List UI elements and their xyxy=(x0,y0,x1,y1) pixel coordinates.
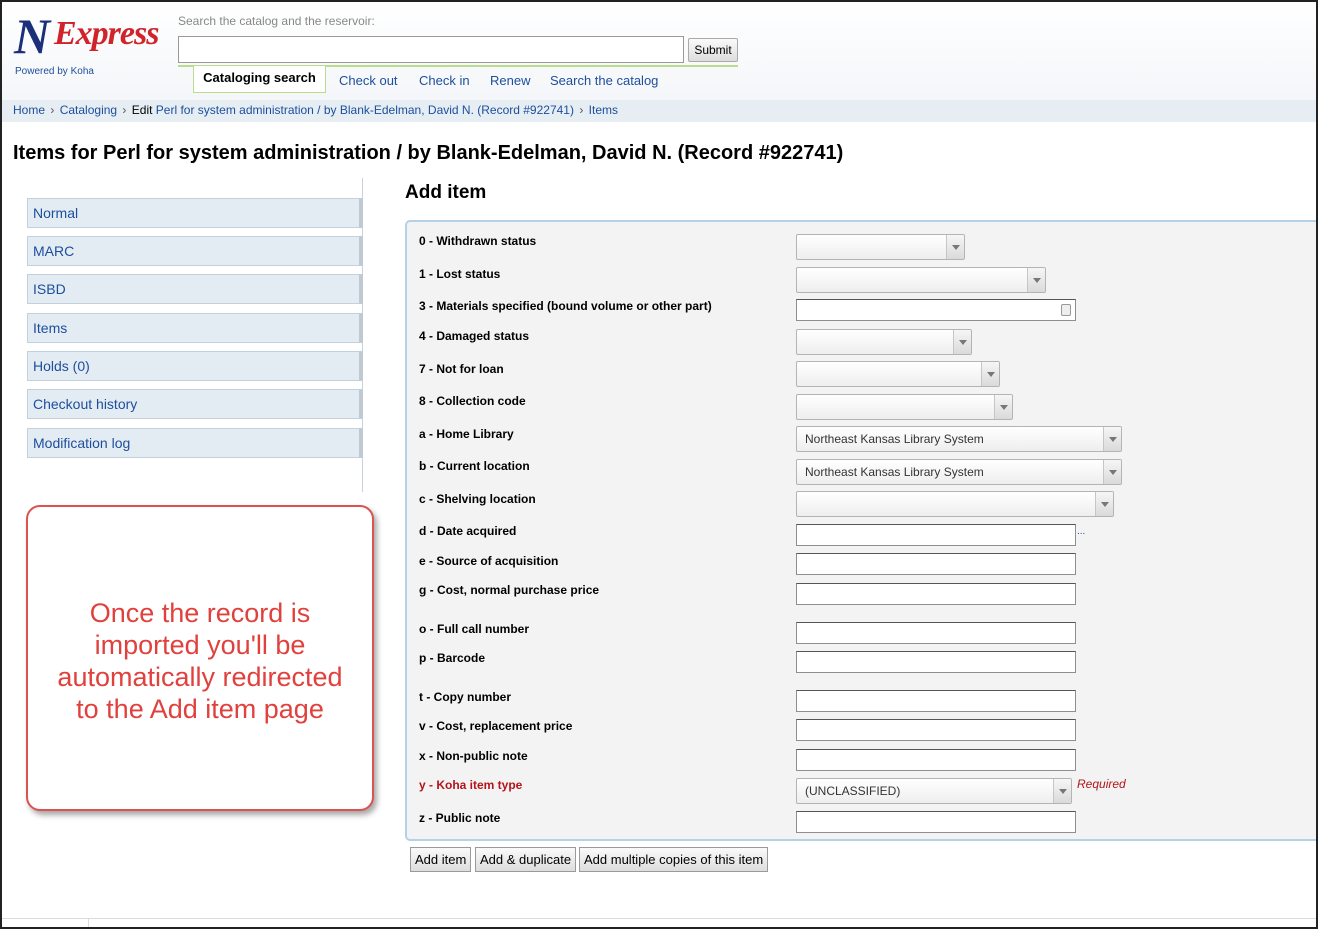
chevron-down-icon xyxy=(994,395,1012,419)
annotation-callout: Once the record is imported you'll be au… xyxy=(26,505,374,811)
sidebar-item-marc[interactable]: MARC xyxy=(27,236,363,266)
koha-item-type-select[interactable]: (UNCLASSIFIED) xyxy=(796,778,1072,804)
breadcrumb: Home › Cataloging › Edit Perl for system… xyxy=(2,100,1316,122)
nav-search-catalog[interactable]: Search the catalog xyxy=(550,73,658,88)
chevron-down-icon xyxy=(1053,779,1071,803)
page-title: Items for Perl for system administration… xyxy=(13,142,844,164)
chevron-down-icon xyxy=(1095,492,1113,516)
source-of-acquisition-input[interactable] xyxy=(796,553,1076,575)
label-lost-status: 1 - Lost status xyxy=(419,267,501,281)
breadcrumb-cataloging[interactable]: Cataloging xyxy=(60,103,117,117)
catalog-search-input[interactable] xyxy=(178,36,684,63)
callout-line: to the Add item page xyxy=(76,694,324,724)
callout-line: automatically redirected xyxy=(57,662,343,692)
nav-check-in[interactable]: Check in xyxy=(419,73,470,88)
callout-line: imported you'll be xyxy=(94,630,306,660)
date-acquired-input[interactable] xyxy=(796,524,1076,546)
add-duplicate-button[interactable]: Add & duplicate xyxy=(475,847,577,872)
full-call-number-input[interactable] xyxy=(796,622,1076,644)
collection-code-select[interactable] xyxy=(796,394,1013,420)
select-value: Northeast Kansas Library System xyxy=(805,432,984,446)
label-home-library: a - Home Library xyxy=(419,427,514,441)
header: N Express Powered by Koha Search the cat… xyxy=(2,2,1316,100)
label-cost-replacement-price: v - Cost, replacement price xyxy=(419,719,573,733)
cost-replacement-price-input[interactable] xyxy=(796,719,1076,741)
not-for-loan-select[interactable] xyxy=(796,361,1000,387)
copy-number-input[interactable] xyxy=(796,690,1076,712)
breadcrumb-items[interactable]: Items xyxy=(589,103,618,117)
materials-specified-input[interactable] xyxy=(796,299,1076,321)
public-note-input[interactable] xyxy=(796,811,1076,833)
nav-renew[interactable]: Renew xyxy=(490,73,530,88)
current-location-select[interactable]: Northeast Kansas Library System xyxy=(796,459,1122,485)
shelving-location-select[interactable] xyxy=(796,491,1114,517)
powered-by-link[interactable]: Powered by Koha xyxy=(15,66,94,77)
sidebar-item-modification-log[interactable]: Modification log xyxy=(27,428,363,458)
breadcrumb-record[interactable]: Perl for system administration / by Blan… xyxy=(156,103,574,117)
logo-express: Express xyxy=(54,15,159,52)
sidebar-item-isbd[interactable]: ISBD xyxy=(27,274,363,304)
footer-divider xyxy=(2,918,1316,919)
non-public-note-input[interactable] xyxy=(796,749,1076,771)
chevron-down-icon xyxy=(981,362,999,386)
label-damaged-status: 4 - Damaged status xyxy=(419,329,530,343)
label-withdrawn-status: 0 - Withdrawn status xyxy=(419,234,537,248)
label-materials-specified: 3 - Materials specified (bound volume or… xyxy=(419,299,712,313)
nav-check-out[interactable]: Check out xyxy=(339,73,398,88)
label-date-acquired: d - Date acquired xyxy=(419,524,517,538)
logo-n: N xyxy=(14,8,50,64)
breadcrumb-edit-prefix: Edit xyxy=(131,103,153,117)
submit-button[interactable]: Submit xyxy=(688,38,738,62)
label-koha-item-type: y - Koha item type xyxy=(419,778,523,792)
sidebar-item-items[interactable]: Items xyxy=(27,313,363,343)
label-shelving-location: c - Shelving location xyxy=(419,492,536,506)
withdrawn-status-select[interactable] xyxy=(796,234,965,260)
callout-line: Once the record is xyxy=(89,598,311,628)
label-copy-number: t - Copy number xyxy=(419,690,511,704)
label-public-note: z - Public note xyxy=(419,811,501,825)
label-not-for-loan: 7 - Not for loan xyxy=(419,362,504,376)
nexpress-logo[interactable]: N Express xyxy=(14,8,170,66)
required-indicator: Required xyxy=(1077,777,1126,791)
breadcrumb-home[interactable]: Home xyxy=(13,103,45,117)
label-full-call-number: o - Full call number xyxy=(419,622,530,636)
label-barcode: p - Barcode xyxy=(419,651,486,665)
add-multiple-copies-button[interactable]: Add multiple copies of this item xyxy=(579,847,769,872)
label-non-public-note: x - Non-public note xyxy=(419,749,528,763)
barcode-input[interactable] xyxy=(796,651,1076,673)
callout-text: Once the record is imported you'll be au… xyxy=(28,597,372,725)
sidebar-item-holds[interactable]: Holds (0) xyxy=(27,351,363,381)
lost-status-select[interactable] xyxy=(796,267,1046,293)
label-cost-purchase-price: g - Cost, normal purchase price xyxy=(419,583,600,597)
footer-tick xyxy=(88,918,89,927)
date-picker-link[interactable]: ... xyxy=(1077,526,1085,537)
label-source-of-acquisition: e - Source of acquisition xyxy=(419,554,559,568)
chevron-down-icon xyxy=(946,235,964,259)
select-value: Northeast Kansas Library System xyxy=(805,465,984,479)
chevron-down-icon xyxy=(953,330,971,354)
breadcrumb-separator: › xyxy=(50,103,55,117)
chevron-down-icon xyxy=(1103,427,1121,451)
select-value: (UNCLASSIFIED) xyxy=(805,784,901,798)
add-item-button[interactable]: Add item xyxy=(410,847,472,872)
search-label: Search the catalog and the reservoir: xyxy=(178,14,375,28)
sidebar-item-checkout-history[interactable]: Checkout history xyxy=(27,389,363,419)
home-library-select[interactable]: Northeast Kansas Library System xyxy=(796,426,1122,452)
label-current-location: b - Current location xyxy=(419,459,530,473)
breadcrumb-separator: › xyxy=(122,103,127,117)
breadcrumb-separator: › xyxy=(579,103,584,117)
sidebar-item-normal[interactable]: Normal xyxy=(27,198,363,228)
tab-cataloging-search[interactable]: Cataloging search xyxy=(193,66,326,93)
chevron-down-icon xyxy=(1103,460,1121,484)
cost-purchase-price-input[interactable] xyxy=(796,583,1076,605)
label-collection-code: 8 - Collection code xyxy=(419,394,526,408)
chevron-down-icon xyxy=(1027,268,1045,292)
field-lock-icon xyxy=(1061,304,1071,316)
damaged-status-select[interactable] xyxy=(796,329,972,355)
add-item-heading: Add item xyxy=(405,182,487,203)
